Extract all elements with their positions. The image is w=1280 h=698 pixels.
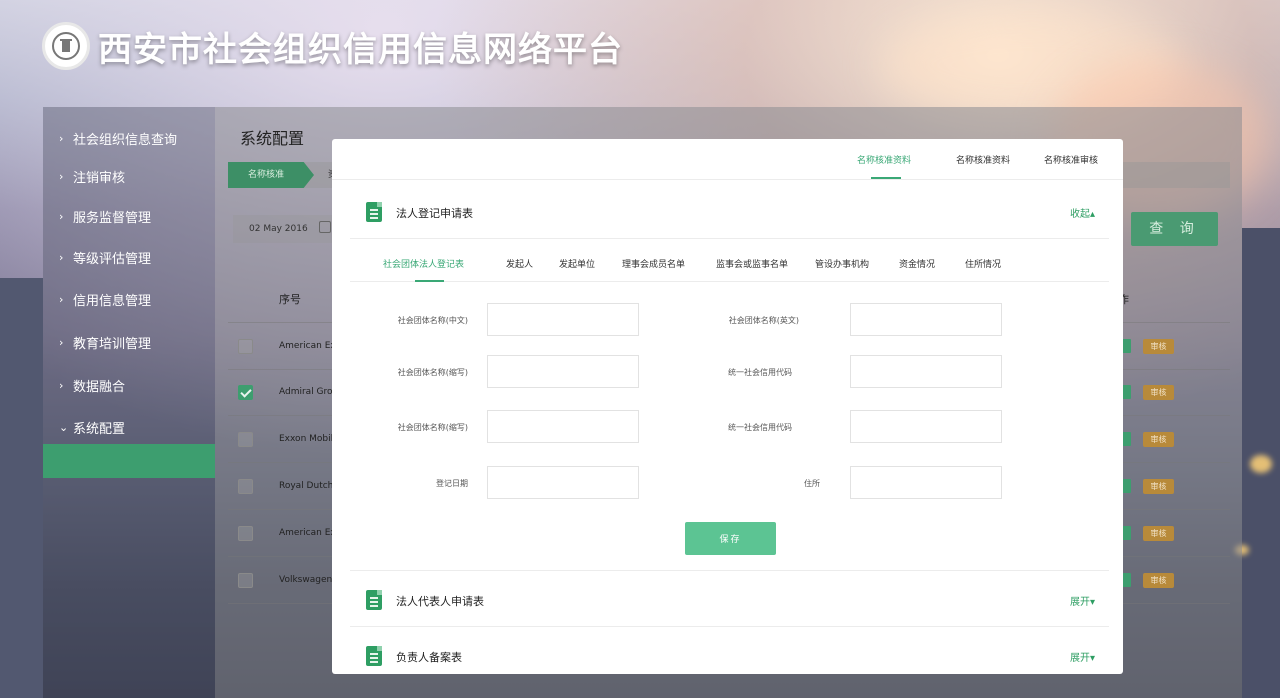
label-name-en: 社会团体名称(英文) [728,316,799,325]
section-legal-representative[interactable]: 法人代表人申请表 展开▾ [350,571,1109,627]
audit-button[interactable]: 审核 [1143,573,1174,588]
subtab-supervisors[interactable]: 监事会或监事名单 [716,257,788,270]
credit-code-field[interactable] [850,355,1002,388]
audit-button[interactable]: 审核 [1143,526,1174,541]
chevron-right-icon: › [59,378,64,392]
row-name: Royal Dutch [279,481,334,491]
row-name: American Ex [279,341,336,351]
section-responsible-person[interactable]: 负责人备案表 展开▾ [350,627,1109,674]
sidebar-item-education-training[interactable]: › 教育培训管理 [43,322,215,362]
subtab-council-members[interactable]: 理事会成员名单 [622,257,685,270]
chevron-right-icon: › [59,335,64,349]
label-residence: 住所 [804,479,820,488]
label-name-abbr: 社会团体名称(缩写) [397,368,468,377]
residence-field[interactable] [850,466,1002,499]
sidebar-item-label: 社会组织信息查询 [73,132,178,148]
sidebar-subitem-active[interactable] [43,444,215,478]
row-name: Admiral Grou [279,387,339,397]
sidebar-item-data-fusion[interactable]: › 数据融合 [43,365,215,405]
section-title: 法人登记申请表 [396,207,473,220]
tab-name-approval-docs[interactable]: 名称核准资料 [956,153,1010,166]
config-modal: 名称核准资料 名称核准资料 名称核准审核 法人登记申请表 收起▴ 社会团体法人登… [332,139,1123,674]
row-checkbox[interactable] [238,479,253,494]
chevron-right-icon: › [59,292,64,306]
sub-tabs: 社会团体法人登记表 发起人 发起单位 理事会成员名单 监事会或监事名单 管设办事… [350,243,1109,282]
city-light [1250,455,1272,473]
subtab-funds[interactable]: 资金情况 [899,257,935,270]
section-title: 法人代表人申请表 [396,595,484,608]
label-credit-code: 统一社会信用代码 [728,368,792,377]
row-checkbox[interactable] [238,573,253,588]
label-register-date: 登记日期 [436,479,468,488]
register-date-field[interactable] [487,466,639,499]
spreadsheet-icon [366,646,382,666]
label-credit-code: 统一社会信用代码 [728,423,792,432]
sidebar-item-label: 等级评估管理 [73,251,152,267]
name-abbr-field[interactable] [487,355,639,388]
save-button[interactable]: 保存 [685,522,776,555]
name-en-field[interactable] [850,303,1002,336]
city-building [0,278,43,698]
chevron-right-icon: › [59,209,64,223]
breadcrumb-step-active[interactable]: 名称核准 [228,162,314,188]
row-name: Volkswagen [279,575,333,585]
active-subtab-indicator [415,280,444,282]
site-title: 西安市社会组织信用信息网络平台 [98,30,623,70]
sidebar-item-service-supervision[interactable]: › 服务监督管理 [43,196,215,236]
subtab-initiating-units[interactable]: 发起单位 [559,257,595,270]
sidebar-item-label: 服务监督管理 [73,210,152,226]
column-header-seq: 序号 [279,293,301,306]
section-title: 负责人备案表 [396,651,462,664]
sidebar-item-label: 数据融合 [73,379,126,395]
subtab-residence[interactable]: 住所情况 [965,257,1001,270]
sidebar-item-org-info-query[interactable]: › 社会组织信息查询 [43,118,215,158]
page-title: 系统配置 [240,129,305,148]
expand-toggle[interactable]: 展开▾ [1070,593,1095,608]
collapse-toggle[interactable]: 收起▴ [1070,205,1095,220]
audit-button[interactable]: 审核 [1143,385,1174,400]
sidebar: › 社会组织信息查询 › 注销审核 › 服务监督管理 › 等级评估管理 › 信用… [43,107,215,698]
spreadsheet-icon [366,590,382,610]
modal-tabs: 名称核准资料 名称核准资料 名称核准审核 [332,139,1123,180]
row-checkbox-checked[interactable] [238,385,253,400]
sidebar-item-label: 注销审核 [73,170,126,186]
emblem-icon [42,22,90,70]
chevron-right-icon: › [59,131,64,145]
sidebar-item-label: 系统配置 [73,421,126,437]
active-tab-indicator [871,177,901,179]
name-cn-field[interactable] [487,303,639,336]
subtab-initiators[interactable]: 发起人 [506,257,533,270]
row-checkbox[interactable] [238,432,253,447]
sidebar-item-label: 教育培训管理 [73,336,152,352]
spreadsheet-icon [366,202,382,222]
section-legal-registration[interactable]: 法人登记申请表 收起▴ [350,183,1109,239]
label-name-abbr: 社会团体名称(缩写) [397,423,468,432]
expand-toggle[interactable]: 展开▾ [1070,649,1095,664]
sidebar-item-system-config[interactable]: ⌄ 系统配置 [43,407,215,447]
sidebar-item-cancellation-review[interactable]: › 注销审核 [43,156,215,196]
name-abbr-field[interactable] [487,410,639,443]
audit-button[interactable]: 审核 [1143,479,1174,494]
query-button[interactable]: 查 询 [1131,212,1218,246]
chevron-right-icon: › [59,169,64,183]
tab-name-approval-review[interactable]: 名称核准审核 [1044,153,1098,166]
audit-button[interactable]: 审核 [1143,339,1174,354]
tab-name-approval-docs-active[interactable]: 名称核准资料 [857,153,911,166]
sidebar-item-label: 信用信息管理 [73,293,152,309]
header: 西安市社会组织信用信息网络平台 [0,0,1280,88]
sidebar-item-grade-evaluation[interactable]: › 等级评估管理 [43,237,215,277]
row-checkbox[interactable] [238,526,253,541]
chevron-right-icon: › [59,250,64,264]
calendar-icon[interactable] [319,221,331,233]
credit-code-field[interactable] [850,410,1002,443]
chevron-down-icon: ⌄ [59,420,69,434]
sidebar-item-credit-info[interactable]: › 信用信息管理 [43,279,215,319]
audit-button[interactable]: 审核 [1143,432,1174,447]
row-checkbox[interactable] [238,339,253,354]
subtab-registration-form[interactable]: 社会团体法人登记表 [383,257,464,270]
row-name: American Ex [279,528,336,538]
subtab-offices[interactable]: 管设办事机构 [815,257,869,270]
row-name: Exxon Mobil [279,434,334,444]
label-name-cn: 社会团体名称(中文) [397,316,468,325]
